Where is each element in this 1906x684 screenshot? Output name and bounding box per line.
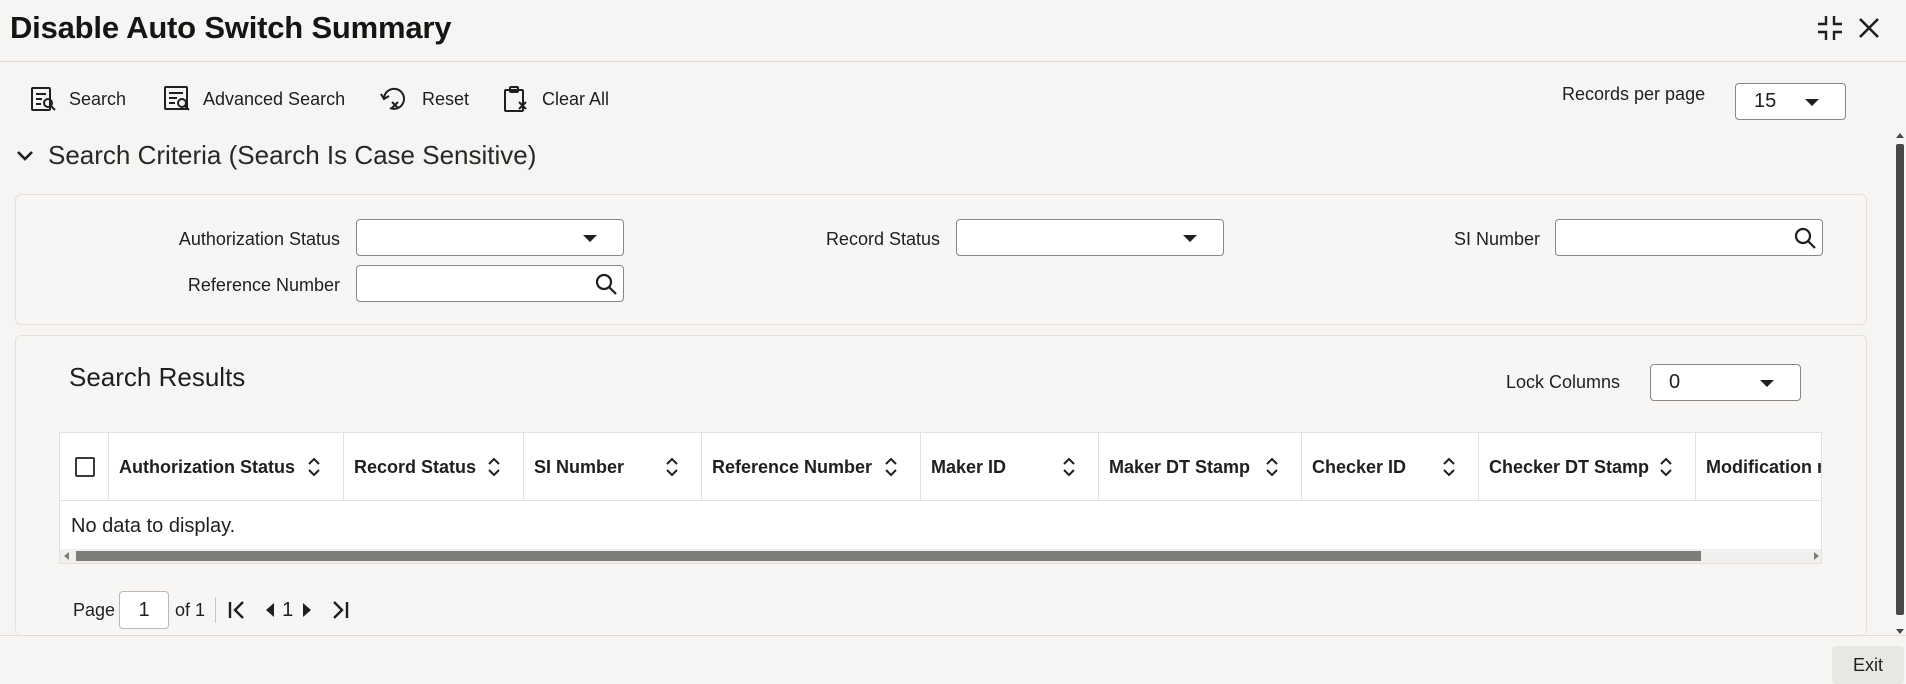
sort-icon	[488, 457, 500, 477]
next-page-icon[interactable]	[301, 601, 313, 619]
lock-columns-select[interactable]: 0	[1650, 364, 1801, 401]
reference-number-input[interactable]	[356, 265, 624, 302]
advanced-search-label: Advanced Search	[203, 88, 346, 109]
sort-icon	[308, 457, 320, 477]
column-header-authorization-status[interactable]: Authorization Status	[108, 433, 343, 501]
scroll-right-icon[interactable]	[1812, 552, 1820, 560]
reset-button[interactable]: Reset	[378, 82, 469, 116]
column-label: Authorization Status	[119, 456, 295, 477]
chevron-down-icon	[17, 150, 33, 161]
sort-icon	[666, 457, 678, 477]
advanced-search-button[interactable]: Advanced Search	[163, 82, 345, 116]
page-number-input[interactable]: 1	[119, 591, 170, 629]
title-bar: Disable Auto Switch Summary	[0, 0, 1906, 62]
page-label: Page	[73, 599, 116, 620]
lock-columns-label: Lock Columns	[1506, 372, 1621, 392]
page-title: Disable Auto Switch Summary	[10, 10, 452, 45]
column-label: Record Status	[354, 456, 477, 477]
column-label: Checker ID	[1312, 456, 1407, 477]
select-all-checkbox[interactable]	[75, 457, 95, 477]
search-icon[interactable]	[593, 271, 619, 297]
minimize-icon[interactable]	[1814, 12, 1846, 44]
column-header-maker-id[interactable]: Maker ID	[920, 433, 1098, 501]
search-results-heading: Search Results	[69, 362, 246, 392]
column-header-maker-dt-stamp[interactable]: Maker DT Stamp	[1098, 433, 1301, 501]
clear-all-icon	[504, 86, 527, 112]
scroll-up-icon[interactable]	[1896, 132, 1904, 140]
exit-button[interactable]: Exit	[1832, 646, 1904, 684]
scroll-down-icon[interactable]	[1896, 627, 1904, 635]
column-label: Maker DT Stamp	[1109, 456, 1251, 477]
exit-button-label: Exit	[1852, 654, 1883, 675]
empty-table-message: No data to display.	[71, 515, 236, 537]
column-label: Maker ID	[931, 456, 1007, 477]
column-header-modification-number[interactable]: Modification n	[1695, 433, 1822, 501]
search-criteria-toggle[interactable]: Search Criteria (Search Is Case Sensitiv…	[14, 140, 536, 171]
si-number-label: SI Number	[1453, 229, 1540, 249]
column-header-si-number[interactable]: SI Number	[523, 433, 701, 501]
sort-icon	[1063, 457, 1075, 477]
pager-divider	[215, 597, 217, 623]
column-header-checker-dt-stamp[interactable]: Checker DT Stamp	[1478, 433, 1695, 501]
previous-page-icon[interactable]	[264, 601, 276, 619]
scroll-left-icon[interactable]	[63, 552, 71, 560]
clear-all-button[interactable]: Clear All	[502, 82, 609, 116]
chevron-down-icon	[1183, 235, 1197, 242]
column-label: Reference Number	[712, 456, 873, 477]
column-header-checker-id[interactable]: Checker ID	[1301, 433, 1478, 501]
sort-icon	[1266, 457, 1278, 477]
authorization-status-select[interactable]	[356, 219, 624, 256]
page-number-value: 1	[138, 598, 150, 621]
column-header-reference-number[interactable]: Reference Number	[701, 433, 920, 501]
vertical-scrollbar[interactable]	[1893, 132, 1906, 635]
search-icon	[31, 87, 56, 111]
records-per-page-value: 15	[1754, 90, 1777, 112]
search-button-label: Search	[69, 88, 127, 109]
clear-all-label: Clear All	[542, 88, 610, 109]
sort-icon	[885, 457, 897, 477]
records-per-page-select[interactable]: 15	[1735, 83, 1846, 120]
footer-bar: Exit	[0, 635, 1906, 684]
last-page-icon[interactable]	[329, 599, 351, 621]
advanced-search-icon	[164, 86, 190, 111]
horizontal-scrollbar[interactable]	[60, 549, 1821, 563]
chevron-down-icon	[1805, 99, 1819, 106]
column-label: SI Number	[534, 456, 625, 477]
table-header: Authorization Status Record Status SI Nu…	[60, 433, 1822, 501]
search-button[interactable]: Search	[29, 82, 126, 116]
column-header-record-status[interactable]: Record Status	[343, 433, 523, 501]
page-count-label: of 1	[175, 599, 206, 620]
record-status-select[interactable]	[956, 219, 1224, 256]
record-status-label: Record Status	[825, 229, 940, 249]
reset-icon	[380, 87, 405, 110]
si-number-input[interactable]	[1555, 219, 1823, 256]
sort-icon	[1443, 457, 1455, 477]
reference-number-label: Reference Number	[187, 275, 340, 295]
records-per-page-label: Records per page	[1562, 84, 1706, 104]
first-page-icon[interactable]	[226, 599, 248, 621]
chevron-down-icon	[583, 235, 597, 242]
chevron-down-icon	[1760, 380, 1774, 387]
column-label: Checker DT Stamp	[1489, 456, 1650, 477]
search-criteria-heading: Search Criteria (Search Is Case Sensitiv…	[48, 140, 537, 170]
search-icon[interactable]	[1792, 225, 1818, 251]
lock-columns-value: 0	[1669, 371, 1681, 393]
search-criteria-panel: Authorization Status Record Status SI Nu…	[15, 194, 1867, 325]
results-table: Authorization Status Record Status SI Nu…	[59, 432, 1822, 564]
column-label: Modification n	[1706, 456, 1822, 477]
close-icon[interactable]	[1853, 12, 1885, 44]
authorization-status-label: Authorization Status	[178, 229, 340, 249]
sort-icon	[1660, 457, 1672, 477]
current-page-indicator: 1	[282, 598, 294, 621]
reset-label: Reset	[422, 88, 470, 109]
vertical-scroll-thumb[interactable]	[1896, 144, 1904, 615]
pagination: Page 1 of 1 1	[73, 590, 351, 630]
horizontal-scroll-thumb[interactable]	[76, 551, 1701, 561]
